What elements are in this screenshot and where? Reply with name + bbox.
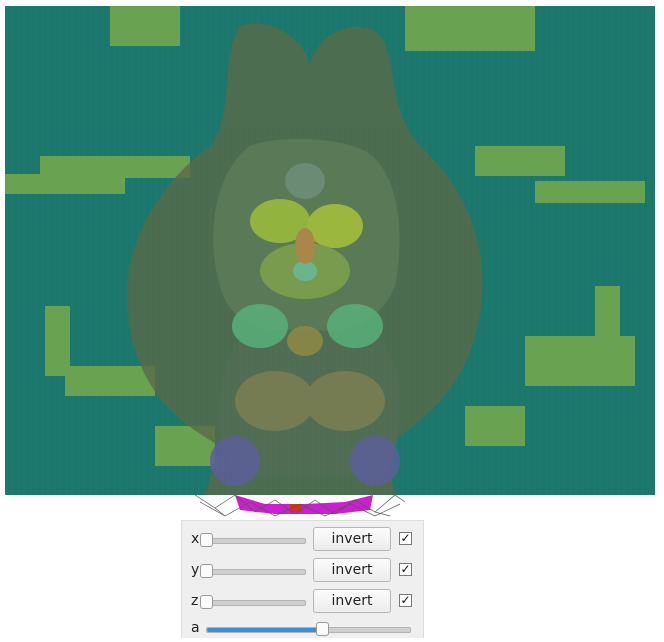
x-axis-label: x xyxy=(191,531,200,547)
z-invert-checkbox[interactable]: ✓ xyxy=(399,594,412,607)
x-control-row: x invert ✓ xyxy=(182,527,425,553)
x-slider-handle[interactable] xyxy=(200,533,213,547)
x-invert-button[interactable]: invert xyxy=(313,527,391,551)
y-axis-label: y xyxy=(191,562,200,578)
mesh-wireframe xyxy=(195,494,405,517)
z-control-row: z invert ✓ xyxy=(182,589,425,615)
checkmark-icon: ✓ xyxy=(400,562,411,576)
alpha-slider-handle[interactable] xyxy=(315,622,329,636)
y-invert-checkbox[interactable]: ✓ xyxy=(399,563,412,576)
z-invert-button[interactable]: invert xyxy=(313,589,391,613)
volume-viewport[interactable] xyxy=(5,6,655,495)
z-axis-label: z xyxy=(191,593,199,609)
z-slider[interactable] xyxy=(200,595,306,609)
checkmark-icon: ✓ xyxy=(400,593,411,607)
y-slider-handle[interactable] xyxy=(200,564,213,578)
z-slider-handle[interactable] xyxy=(200,595,213,609)
brain-overlay-render xyxy=(5,6,655,495)
y-invert-button[interactable]: invert xyxy=(313,558,391,582)
y-control-row: y invert ✓ xyxy=(182,558,425,584)
alpha-label: a xyxy=(191,620,200,636)
checkmark-icon: ✓ xyxy=(400,531,411,545)
alpha-slider-fill xyxy=(207,628,323,632)
x-invert-checkbox[interactable]: ✓ xyxy=(399,532,412,545)
alpha-control-row: a xyxy=(182,616,425,642)
alpha-slider[interactable] xyxy=(206,622,411,636)
control-panel: x invert ✓ y invert ✓ z invert ✓ a xyxy=(181,520,424,638)
x-slider[interactable] xyxy=(200,533,306,547)
y-slider[interactable] xyxy=(200,564,306,578)
